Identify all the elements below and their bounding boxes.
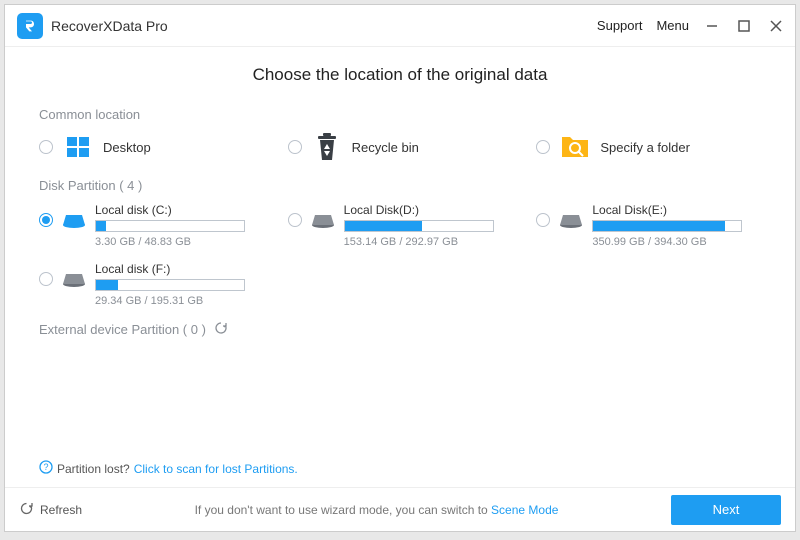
menu-link[interactable]: Menu bbox=[656, 18, 689, 33]
location-label: Recycle bin bbox=[352, 140, 419, 155]
section-common-label: Common location bbox=[39, 107, 761, 122]
section-disk-label: Disk Partition ( 4 ) bbox=[39, 178, 761, 193]
usage-bar bbox=[344, 220, 494, 232]
titlebar: RecoverXData Pro Support Menu bbox=[5, 5, 795, 47]
usage-fill bbox=[96, 280, 118, 290]
radio-desktop[interactable] bbox=[39, 140, 53, 154]
section-external-label: External device Partition ( 0 ) bbox=[39, 322, 206, 337]
next-label: Next bbox=[713, 502, 740, 517]
refresh-external-icon[interactable] bbox=[214, 321, 228, 338]
footer-hint: If you don't want to use wizard mode, yo… bbox=[82, 503, 671, 517]
partition-lost-row: ? Partition lost? Click to scan for lost… bbox=[39, 460, 298, 477]
disk-stat: 350.99 GB / 394.30 GB bbox=[592, 236, 761, 248]
disk-name: Local disk (F:) bbox=[95, 262, 277, 276]
disk-body: Local disk (F:) 29.34 GB / 195.31 GB bbox=[95, 262, 277, 307]
support-link[interactable]: Support bbox=[597, 18, 643, 33]
usage-fill bbox=[593, 221, 725, 231]
refresh-button[interactable]: Refresh bbox=[19, 501, 82, 519]
minimize-icon[interactable] bbox=[703, 17, 721, 35]
disk-stat: 3.30 GB / 48.83 GB bbox=[95, 236, 264, 248]
disk-stat: 29.34 GB / 195.31 GB bbox=[95, 295, 277, 307]
footer-hint-text: If you don't want to use wizard mode, yo… bbox=[195, 503, 491, 517]
app-logo-icon bbox=[17, 13, 43, 39]
info-icon: ? bbox=[39, 460, 53, 477]
usage-bar bbox=[592, 220, 742, 232]
location-folder[interactable]: Specify a folder bbox=[536, 132, 761, 162]
partition-lost-q: Partition lost? bbox=[57, 462, 130, 476]
disk-icon bbox=[61, 211, 87, 229]
section-external: External device Partition ( 0 ) bbox=[39, 321, 761, 338]
recycle-bin-icon bbox=[312, 132, 342, 162]
refresh-icon bbox=[19, 501, 34, 519]
usage-bar bbox=[95, 220, 245, 232]
radio-recycle[interactable] bbox=[288, 140, 302, 154]
refresh-label: Refresh bbox=[40, 503, 82, 517]
partition-lost-link[interactable]: Click to scan for lost Partitions. bbox=[134, 462, 298, 476]
disk-body: Local Disk(D:) 153.14 GB / 292.97 GB bbox=[344, 203, 513, 248]
close-icon[interactable] bbox=[767, 17, 785, 35]
location-label: Specify a folder bbox=[600, 140, 690, 155]
disk-row-2: Local disk (F:) 29.34 GB / 195.31 GB bbox=[39, 262, 761, 307]
radio-disk-f[interactable] bbox=[39, 272, 53, 286]
maximize-icon[interactable] bbox=[735, 17, 753, 35]
disk-name: Local Disk(D:) bbox=[344, 203, 513, 217]
disk-body: Local Disk(E:) 350.99 GB / 394.30 GB bbox=[592, 203, 761, 248]
disk-icon bbox=[310, 211, 336, 229]
titlebar-right: Support Menu bbox=[597, 17, 785, 35]
usage-fill bbox=[96, 221, 106, 231]
disk-name: Local disk (C:) bbox=[95, 203, 264, 217]
location-label: Desktop bbox=[103, 140, 151, 155]
common-locations-row: Desktop Recycle bin Specify a folder bbox=[39, 132, 761, 162]
radio-disk-c[interactable] bbox=[39, 213, 53, 227]
app-title: RecoverXData Pro bbox=[51, 18, 168, 34]
usage-fill bbox=[345, 221, 422, 231]
disk-name: Local Disk(E:) bbox=[592, 203, 761, 217]
radio-disk-d[interactable] bbox=[288, 213, 302, 227]
disk-c[interactable]: Local disk (C:) 3.30 GB / 48.83 GB bbox=[39, 203, 264, 248]
disk-icon bbox=[61, 270, 87, 288]
next-button[interactable]: Next bbox=[671, 495, 781, 525]
usage-bar bbox=[95, 279, 245, 291]
scene-mode-link[interactable]: Scene Mode bbox=[491, 503, 558, 517]
disk-e[interactable]: Local Disk(E:) 350.99 GB / 394.30 GB bbox=[536, 203, 761, 248]
radio-disk-e[interactable] bbox=[536, 213, 550, 227]
folder-search-icon bbox=[560, 132, 590, 162]
disk-stat: 153.14 GB / 292.97 GB bbox=[344, 236, 513, 248]
main-content: Choose the location of the original data… bbox=[5, 47, 795, 487]
disk-d[interactable]: Local Disk(D:) 153.14 GB / 292.97 GB bbox=[288, 203, 513, 248]
location-desktop[interactable]: Desktop bbox=[39, 132, 264, 162]
svg-text:?: ? bbox=[43, 462, 48, 472]
disk-f[interactable]: Local disk (F:) 29.34 GB / 195.31 GB bbox=[39, 262, 277, 307]
footer: Refresh If you don't want to use wizard … bbox=[5, 487, 795, 531]
page-title: Choose the location of the original data bbox=[39, 65, 761, 85]
disk-body: Local disk (C:) 3.30 GB / 48.83 GB bbox=[95, 203, 264, 248]
disk-row-1: Local disk (C:) 3.30 GB / 48.83 GB Local… bbox=[39, 203, 761, 248]
disk-icon bbox=[558, 211, 584, 229]
windows-icon bbox=[63, 132, 93, 162]
radio-folder[interactable] bbox=[536, 140, 550, 154]
location-recycle[interactable]: Recycle bin bbox=[288, 132, 513, 162]
app-window: RecoverXData Pro Support Menu Choose the… bbox=[4, 4, 796, 532]
